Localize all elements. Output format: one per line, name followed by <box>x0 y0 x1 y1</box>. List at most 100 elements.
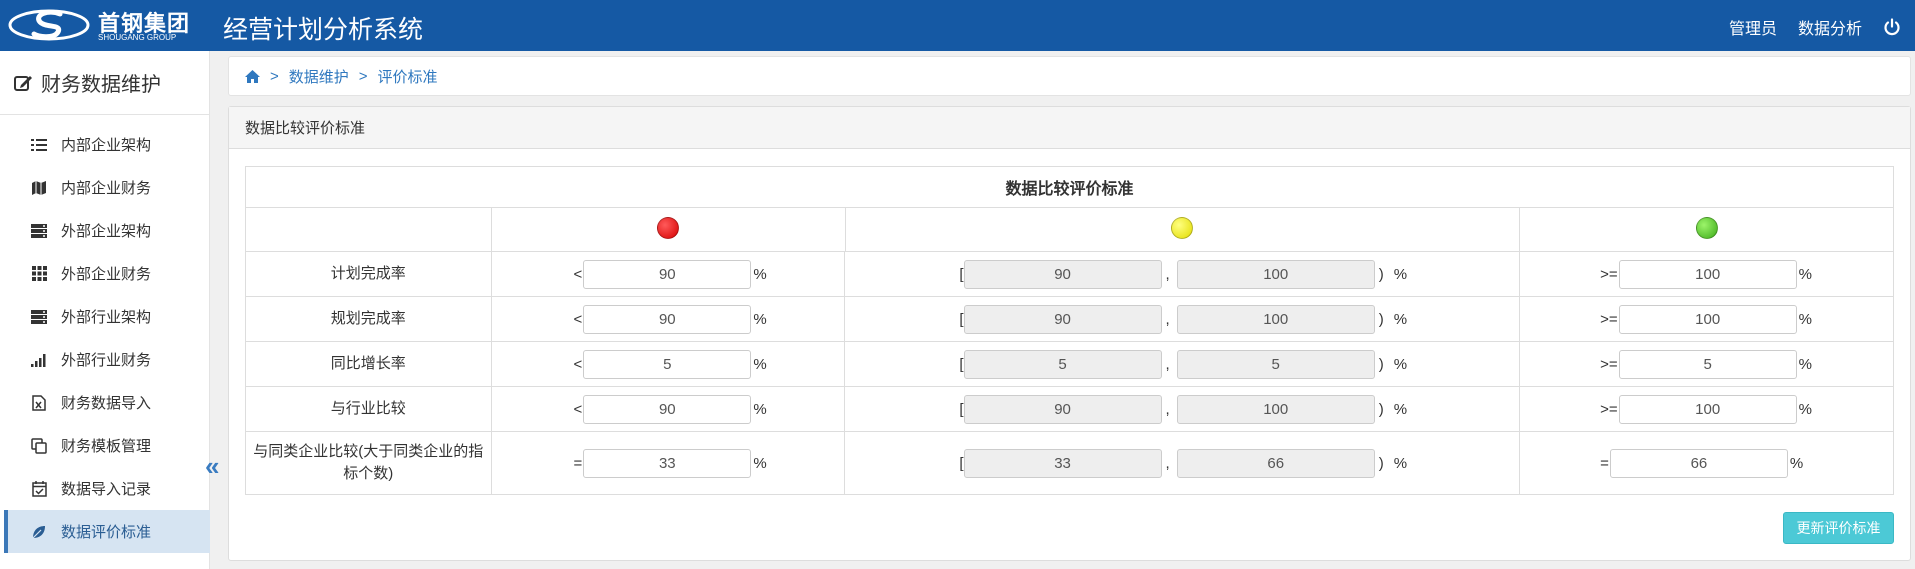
update-standard-button[interactable]: 更新评价标准 <box>1783 512 1894 544</box>
neutral-from-input[interactable] <box>963 448 1162 478</box>
sidebar-item-label: 外部企业架构 <box>61 223 152 240</box>
logo-english-text: SHOUGANG GROUP <box>98 33 177 42</box>
sidebar-title: 财务数据维护 <box>41 72 161 96</box>
percent-sign: % <box>753 400 767 418</box>
open-bracket: [ <box>959 454 964 472</box>
table-row: 与行业比较<%[,)%>=% <box>245 386 1894 432</box>
sidebar-item-data-import[interactable]: 财务数据导入 <box>4 381 210 424</box>
bad-threshold-cell: <% <box>490 386 846 432</box>
comma: , <box>1165 265 1170 283</box>
good-threshold-input[interactable] <box>1618 304 1797 334</box>
percent-sign: % <box>1393 355 1408 373</box>
neutral-to-input[interactable] <box>1176 304 1375 334</box>
home-icon[interactable] <box>245 69 260 83</box>
open-bracket: [ <box>959 310 964 328</box>
calendar-check-icon <box>30 480 48 498</box>
bad-threshold-input[interactable] <box>583 349 752 379</box>
row-label: 与同类企业比较(大于同类企业的指标个数) <box>245 431 492 495</box>
neutral-range-cell: [,)% <box>844 251 1521 297</box>
panel-body: 数据比较评价标准 计划完成率<%[,)%>=%规划完成率<%[,)%>=%同比增… <box>245 166 1894 495</box>
sidebar-item-internal-structure[interactable]: 内部企业架构 <box>4 123 210 166</box>
good-threshold-input[interactable] <box>1618 259 1797 289</box>
sidebar-item-template-management[interactable]: 财务模板管理 <box>4 424 210 467</box>
table-row: 与同类企业比较(大于同类企业的指标个数)=%[,)%=% <box>245 431 1894 495</box>
neutral-from-input[interactable] <box>963 259 1162 289</box>
sidebar-item-internal-finance[interactable]: 内部企业财务 <box>4 166 210 209</box>
sidebar-collapse-icon[interactable]: « <box>205 453 219 479</box>
excel-file-icon <box>30 394 48 412</box>
breadcrumb-separator: > <box>358 67 368 85</box>
table-title: 数据比较评价标准 <box>245 166 1894 208</box>
neutral-face-icon <box>1171 216 1194 239</box>
sidebar-item-external-finance[interactable]: 外部企业财务 <box>4 252 210 295</box>
bad-threshold-input[interactable] <box>583 259 752 289</box>
percent-sign: % <box>1393 310 1408 328</box>
bad-threshold-cell: <% <box>490 296 846 342</box>
neutral-to-input[interactable] <box>1176 394 1375 424</box>
neutral-from-input[interactable] <box>963 394 1162 424</box>
row-label: 计划完成率 <box>245 251 492 297</box>
smile-face-icon <box>1695 216 1718 239</box>
good-threshold-input[interactable] <box>1618 394 1797 424</box>
neutral-range-cell: [,)% <box>844 296 1521 342</box>
sad-face-icon <box>657 216 680 239</box>
server-icon <box>30 222 48 240</box>
neutral-to-input[interactable] <box>1176 448 1375 478</box>
data-analysis-link[interactable]: 数据分析 <box>1798 15 1862 39</box>
neutral-to-input[interactable] <box>1176 349 1375 379</box>
bad-threshold-cell: <% <box>490 251 846 297</box>
user-menu[interactable]: 管理员 <box>1729 15 1777 39</box>
sidebar-item-label: 外部行业财务 <box>61 352 152 369</box>
table-row: 规划完成率<%[,)% >=% <box>245 296 1894 342</box>
percent-sign: % <box>1798 355 1813 373</box>
sidebar-item-label: 内部企业财务 <box>61 180 152 197</box>
power-icon[interactable] <box>1883 18 1901 36</box>
percent-sign: % <box>753 454 767 472</box>
signal-icon <box>30 351 48 369</box>
close-bracket: ) <box>1378 355 1384 373</box>
sidebar-item-industry-finance[interactable]: 外部行业财务 <box>4 338 210 381</box>
neutral-to-input[interactable] <box>1176 259 1375 289</box>
row-label: 规划完成率 <box>245 296 492 342</box>
neutral-from-input[interactable] <box>963 304 1162 334</box>
percent-sign: % <box>1798 265 1813 283</box>
sidebar-item-evaluation-standard[interactable]: 数据评价标准 <box>4 510 210 553</box>
breadcrumb-evaluation-standard[interactable]: 评价标准 <box>378 66 438 87</box>
operator: < <box>573 400 583 418</box>
server-icon <box>30 308 48 326</box>
breadcrumb-data-maintenance[interactable]: 数据维护 <box>289 66 349 87</box>
sidebar-item-label: 数据导入记录 <box>61 481 152 498</box>
close-bracket: ) <box>1378 454 1384 472</box>
sidebar: 财务数据维护 内部企业架构 内部企业财务 外部企业架构 外部企业财务 外部行业架… <box>0 51 210 569</box>
header-good <box>1519 207 1894 252</box>
list-icon <box>30 136 48 154</box>
close-bracket: ) <box>1378 310 1384 328</box>
bad-threshold-input[interactable] <box>583 394 752 424</box>
copy-icon <box>30 437 48 455</box>
sidebar-item-industry-structure[interactable]: 外部行业架构 <box>4 295 210 338</box>
operator: < <box>573 265 583 283</box>
breadcrumb: > 数据维护 > 评价标准 <box>228 56 1911 96</box>
table-row: 计划完成率<%[,)%>=% <box>245 251 1894 297</box>
operator: >= <box>1600 310 1618 328</box>
good-threshold-cell: >=% <box>1519 341 1894 387</box>
good-threshold-input[interactable] <box>1618 349 1797 379</box>
percent-sign: % <box>1798 400 1813 418</box>
bad-threshold-input[interactable] <box>583 448 752 478</box>
good-threshold-input[interactable] <box>1609 448 1788 478</box>
neutral-range-cell: [,)% <box>844 431 1521 495</box>
header-bad <box>490 207 846 252</box>
top-bar: 首钢集团 SHOUGANG GROUP 经营计划分析系统 管理员 数据分析 <box>0 0 1915 51</box>
percent-sign: % <box>753 310 767 328</box>
sidebar-item-external-structure[interactable]: 外部企业架构 <box>4 209 210 252</box>
percent-sign: % <box>1789 454 1804 472</box>
bad-threshold-cell: =% <box>490 431 846 495</box>
close-bracket: ) <box>1378 400 1384 418</box>
sidebar-item-import-records[interactable]: 数据导入记录 <box>4 467 210 510</box>
percent-sign: % <box>1393 400 1408 418</box>
sidebar-item-label: 内部企业架构 <box>61 137 152 154</box>
operator: < <box>573 355 583 373</box>
neutral-from-input[interactable] <box>963 349 1162 379</box>
bad-threshold-input[interactable] <box>583 304 752 334</box>
company-logo[interactable]: 首钢集团 SHOUGANG GROUP <box>8 4 190 46</box>
